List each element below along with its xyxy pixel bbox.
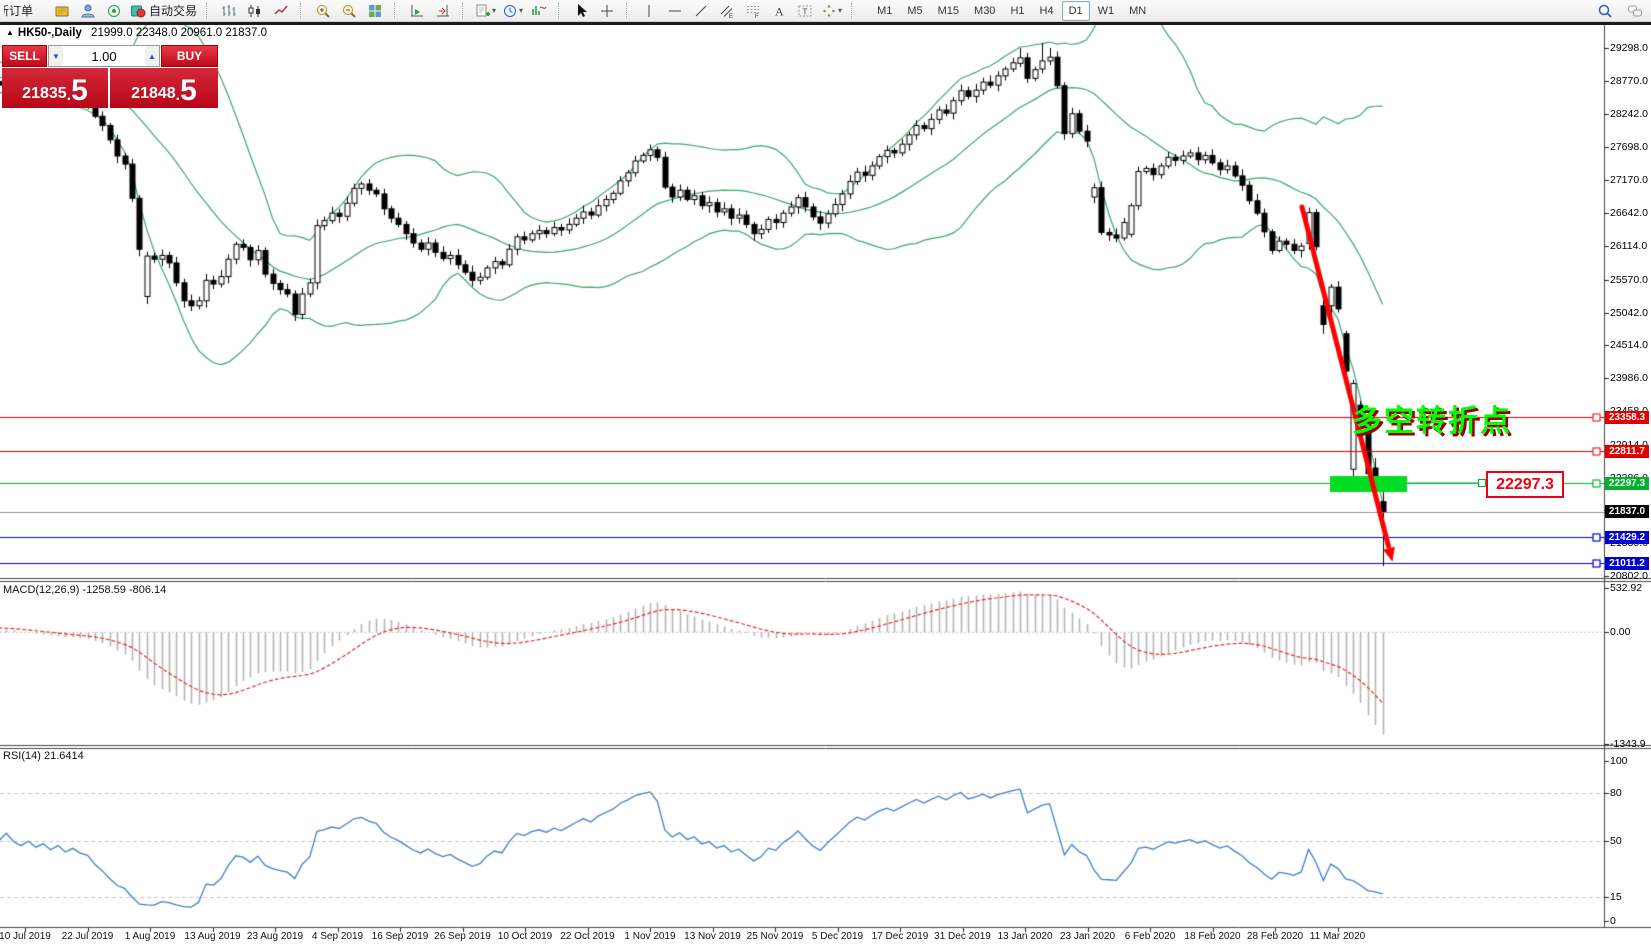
macd-name: MACD(12,26,9) — [3, 584, 79, 596]
macd-axis-tick: -1343.9 — [1610, 738, 1646, 750]
price-level-badge: 22297.3 — [1605, 477, 1649, 490]
date-axis-label: 6 Feb 2020 — [1125, 931, 1176, 942]
price-axis-tick: 27698.0 — [1610, 141, 1648, 153]
date-axis-label: 23 Jan 2020 — [1060, 931, 1115, 942]
macd-axis-tick: 532.92 — [1610, 582, 1642, 594]
macd-signal-value: -806.14 — [129, 584, 166, 596]
ohlc-high: 22348.0 — [136, 27, 178, 39]
collapse-panel-arrow-icon[interactable]: ▲ — [6, 28, 14, 37]
price-box-connector-handle — [1478, 479, 1486, 487]
price-axis-tick: 28770.0 — [1610, 75, 1648, 87]
price-axis-tick: 23986.0 — [1610, 372, 1648, 384]
date-axis-label: 13 Aug 2019 — [184, 931, 240, 942]
chart-window-top-border — [0, 22, 1651, 25]
price-level-badge: 22811.7 — [1605, 445, 1649, 458]
ohlc-low: 20961.0 — [181, 27, 223, 39]
sell-price[interactable]: 21835.5 — [2, 68, 108, 108]
ohlc-close: 21837.0 — [225, 27, 267, 39]
price-level-badge: 21011.2 — [1605, 557, 1649, 570]
date-axis-label: 22 Oct 2019 — [560, 931, 614, 942]
date-axis-label: 28 Feb 2020 — [1247, 931, 1303, 942]
price-axis-tick: 26114.0 — [1610, 240, 1647, 252]
buy-button[interactable]: BUY — [161, 45, 218, 67]
chinese-annotation-text: 多空转折点 — [1352, 396, 1512, 440]
sell-button[interactable]: SELL — [2, 45, 47, 67]
macd-value: -1258.59 — [82, 584, 125, 596]
price-axis-tick: 20802.0 — [1610, 570, 1648, 582]
price-level-badge: 23358.3 — [1605, 411, 1649, 424]
date-axis-label: 4 Sep 2019 — [312, 931, 363, 942]
price-level-badge: 21837.0 — [1605, 505, 1649, 518]
date-axis-label: 11 Mar 2020 — [1310, 931, 1365, 942]
date-axis-label: 1 Aug 2019 — [125, 931, 176, 942]
date-axis-label: 31 Dec 2019 — [934, 931, 991, 942]
rsi-axis-tick: 50 — [1610, 835, 1622, 847]
rsi-axis-tick: 100 — [1610, 755, 1628, 767]
price-axis-tick: 28242.0 — [1610, 108, 1648, 120]
date-axis-label: 26 Sep 2019 — [434, 931, 491, 942]
buy-price-int: 21848 — [131, 83, 176, 105]
date-axis-label: 5 Dec 2019 — [812, 931, 863, 942]
date-axis-label: 18 Feb 2020 — [1184, 931, 1240, 942]
date-axis-label: 23 Aug 2019 — [247, 931, 303, 942]
ohlc-open: 21999.0 — [91, 27, 133, 39]
mt4-window: 新订单自动交易▾▾EFAT▾M1M5M15M30H1H4D1W1MN ▲HK50… — [0, 0, 1651, 945]
date-axis-label: 10 Jul 2019 — [0, 931, 51, 942]
volume-spinner: ▼ ▲ — [48, 45, 160, 67]
rsi-axis-tick: 15 — [1610, 891, 1622, 903]
price-axis-tick: 24514.0 — [1610, 339, 1648, 351]
sell-price-int: 21835 — [22, 83, 67, 105]
buy-price[interactable]: 21848.5 — [110, 68, 218, 108]
rsi-indicator-label: RSI(14) 21.6414 — [3, 750, 84, 762]
date-axis-label: 13 Jan 2020 — [997, 931, 1052, 942]
price-axis-tick: 26642.0 — [1610, 207, 1648, 219]
rsi-name: RSI(14) — [3, 750, 41, 762]
macd-axis-tick: 0.00 — [1610, 626, 1630, 638]
symbol-period-label: HK50-,Daily — [18, 27, 82, 39]
chart-canvas[interactable] — [0, 0, 1651, 945]
date-axis-label: 22 Jul 2019 — [62, 931, 114, 942]
rsi-axis-tick: 80 — [1610, 787, 1622, 799]
price-level-badge: 21429.2 — [1605, 531, 1649, 544]
date-axis-label: 13 Nov 2019 — [684, 931, 741, 942]
one-click-trading-panel: SELL ▼ ▲ BUY 21835.5 21848.5 — [2, 45, 218, 108]
sell-price-frac: 5 — [71, 77, 88, 105]
price-axis-tick: 27170.0 — [1610, 174, 1648, 186]
buy-price-frac: 5 — [180, 77, 197, 105]
date-axis-label: 25 Nov 2019 — [747, 931, 804, 942]
price-axis-tick: 25042.0 — [1610, 307, 1648, 319]
rsi-axis-tick: 0 — [1610, 915, 1616, 927]
date-axis-label: 17 Dec 2019 — [872, 931, 929, 942]
macd-indicator-label: MACD(12,26,9) -1258.59 -806.14 — [3, 584, 166, 596]
chart-title: ▲ HK50-,Daily 21999.0 22348.0 20961.0 218… — [6, 27, 267, 39]
volume-increase-button[interactable]: ▲ — [145, 46, 159, 66]
date-axis-label: 10 Oct 2019 — [498, 931, 552, 942]
price-axis-tick: 29298.0 — [1610, 42, 1648, 54]
date-axis-label: 1 Nov 2019 — [624, 931, 675, 942]
price-axis-tick: 25570.0 — [1610, 274, 1648, 286]
price-level-text-box[interactable]: 22297.3 — [1486, 471, 1564, 498]
rsi-value: 21.6414 — [44, 750, 84, 762]
volume-input[interactable] — [63, 46, 145, 66]
volume-decrease-button[interactable]: ▼ — [49, 46, 63, 66]
date-axis-label: 16 Sep 2019 — [372, 931, 429, 942]
